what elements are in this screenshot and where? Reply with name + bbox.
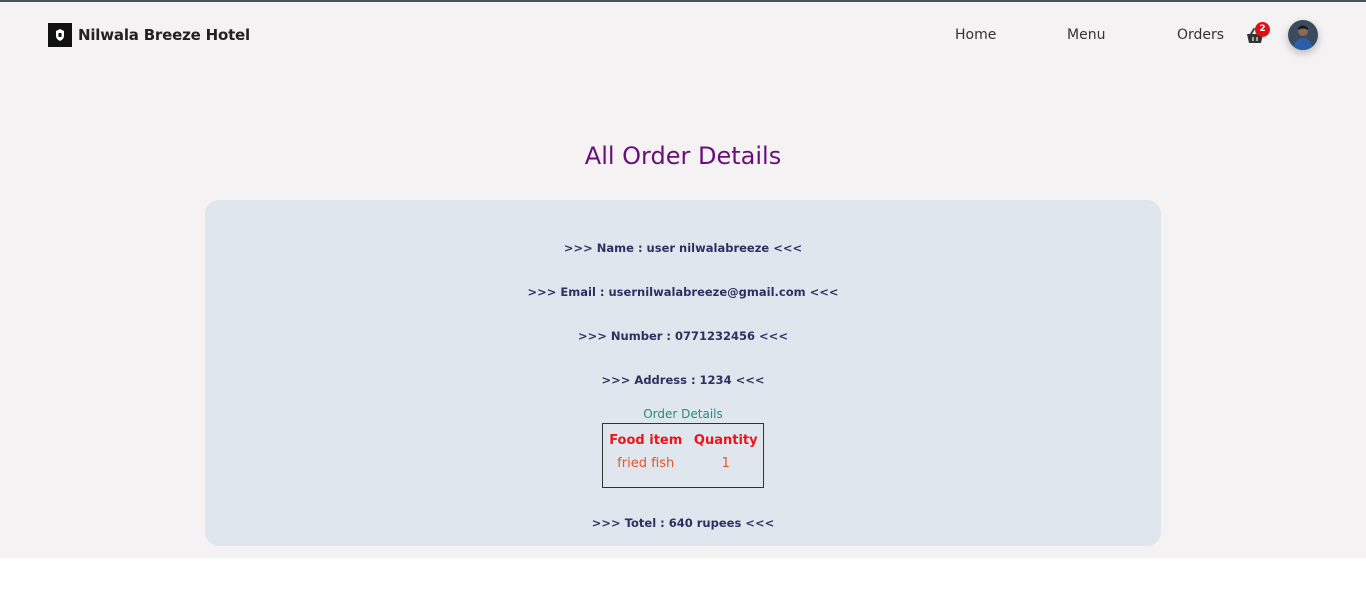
order-details-caption: Order Details <box>643 407 723 421</box>
nav-menu-link[interactable]: Menu <box>1067 27 1105 43</box>
brand-name: Nilwala Breeze Hotel <box>78 26 250 44</box>
column-header-food-item: Food item <box>609 433 683 448</box>
customer-number: >>> Number : 0771232456 <<< <box>578 329 788 343</box>
user-avatar[interactable] <box>1288 20 1318 50</box>
customer-address: >>> Address : 1234 <<< <box>601 373 765 387</box>
brand[interactable]: Nilwala Breeze Hotel <box>48 23 250 47</box>
food-item-cell: fried fish <box>617 456 675 471</box>
table-row: fried fish 1 <box>603 456 763 471</box>
customer-name: >>> Name : user nilwalabreeze <<< <box>563 241 803 255</box>
table-header-row: Food item Quantity <box>603 431 763 456</box>
nav-orders-link[interactable]: Orders <box>1177 27 1224 43</box>
quantity-cell: 1 <box>721 456 730 471</box>
column-header-quantity: Quantity <box>693 433 758 448</box>
customer-email: >>> Email : usernilwalabreeze@gmail.com … <box>527 285 839 299</box>
order-items-table: Food item Quantity fried fish 1 <box>602 423 764 488</box>
hotel-logo-icon <box>48 23 72 47</box>
page-title: All Order Details <box>584 142 782 170</box>
cart-count-badge: 2 <box>1255 22 1270 37</box>
order-total: >>> Totel : 640 rupees <<< <box>591 516 775 530</box>
page: Nilwala Breeze Hotel Home Menu Orders 2 … <box>0 0 1366 558</box>
nav-home-link[interactable]: Home <box>955 27 996 43</box>
order-card: >>> Name : user nilwalabreeze <<< >>> Em… <box>205 200 1161 546</box>
